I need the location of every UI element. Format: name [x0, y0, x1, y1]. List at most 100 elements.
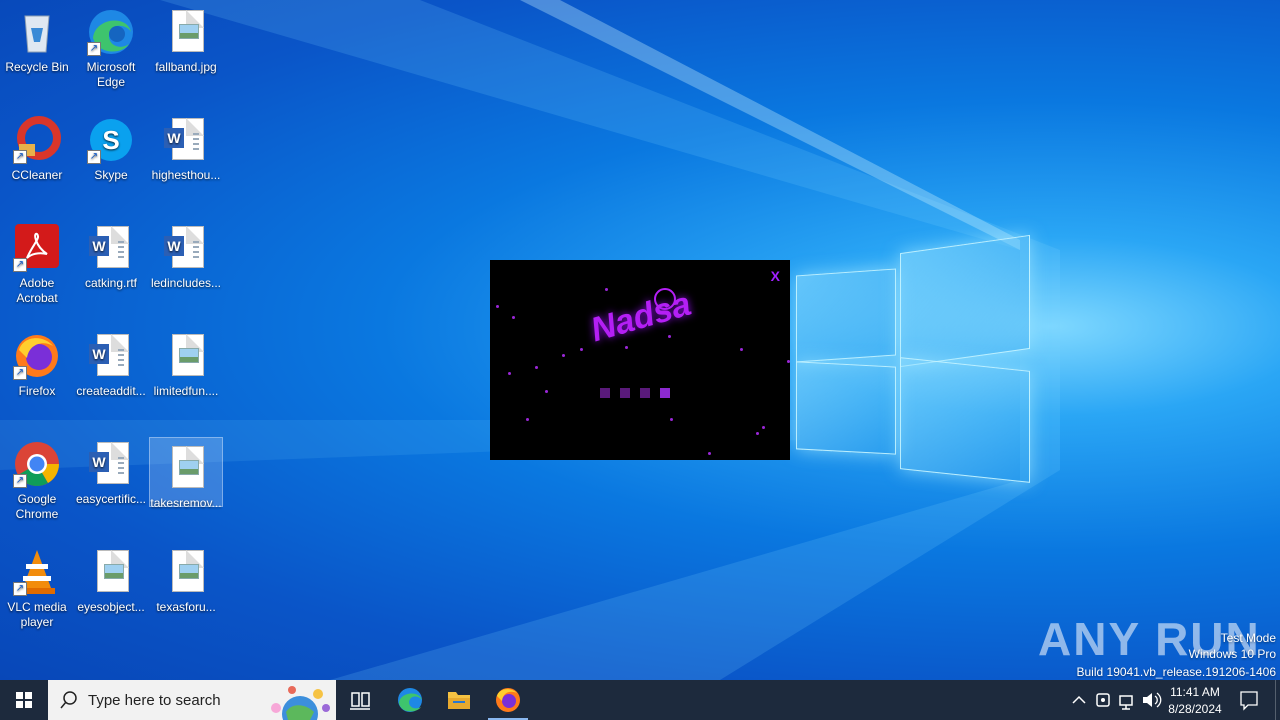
edge-icon — [398, 688, 422, 712]
nadsa-logo: Nadsa — [586, 284, 696, 350]
shortcut-arrow-icon: ↗ — [13, 258, 27, 272]
icon-label: VLC media player — [7, 600, 67, 629]
desktop[interactable]: Recycle Bin ↗ CCleaner ↗ Adobe Acrobat ↗… — [0, 0, 1280, 680]
show-hidden-icons-button[interactable] — [1068, 680, 1090, 720]
volume-button[interactable] — [1140, 680, 1162, 720]
skype-icon: S ↗ — [87, 116, 135, 164]
ccleaner-icon: ↗ — [13, 116, 61, 164]
image-file-icon — [162, 332, 210, 380]
show-desktop-button[interactable] — [1275, 680, 1280, 720]
desktop-icon-ledincludes[interactable]: W ledincludes... — [150, 218, 222, 294]
build-text: Build 19041.vb_release.191206-1406 — [1076, 665, 1277, 679]
taskbar: Type here to search 11:41 AM 8/28/2024 — [0, 680, 1280, 720]
image-file-icon — [87, 548, 135, 596]
adobe-acrobat-icon: ↗ — [13, 224, 61, 272]
network-button[interactable] — [1116, 680, 1138, 720]
desktop-icon-createaddit[interactable]: W createaddit... — [75, 326, 147, 402]
word-document-icon: W — [162, 224, 210, 272]
desktop-icon-vlc[interactable]: ↗ VLC media player — [1, 542, 73, 634]
test-mode-text: Test Mode — [1220, 631, 1276, 645]
shortcut-arrow-icon: ↗ — [13, 582, 27, 596]
icon-label: Skype — [94, 168, 128, 182]
desktop-icon-microsoft-edge[interactable]: ↗ Microsoft Edge — [75, 2, 147, 94]
desktop-icon-easycertific[interactable]: W easycertific... — [75, 434, 147, 510]
loading-indicator — [600, 385, 680, 403]
icon-label: takesremov... — [150, 496, 222, 510]
loading-square — [600, 388, 610, 398]
shortcut-arrow-icon: ↗ — [13, 150, 27, 164]
vlc-cone-icon: ↗ — [13, 548, 61, 596]
close-button[interactable]: X — [771, 268, 780, 284]
icon-label: Adobe Acrobat — [16, 276, 58, 305]
icon-label: texasforu... — [156, 600, 216, 614]
tray-app-icon — [1096, 693, 1110, 707]
search-placeholder: Type here to search — [88, 692, 221, 709]
desktop-icon-eyesobject[interactable]: eyesobject... — [75, 542, 147, 618]
magnifier-logo-icon — [654, 288, 676, 310]
desktop-icon-takesremov[interactable]: takesremov... — [149, 437, 223, 510]
icon-label: catking.rtf — [84, 276, 138, 290]
taskbar-file-explorer-button[interactable] — [435, 680, 483, 720]
desktop-icon-google-chrome[interactable]: ↗ Google Chrome — [1, 434, 73, 526]
start-button[interactable] — [0, 680, 48, 720]
desktop-icon-highesthou[interactable]: W highesthou... — [150, 110, 222, 186]
loading-square — [620, 388, 630, 398]
icon-label: CCleaner — [11, 168, 63, 182]
word-document-icon: W — [87, 332, 135, 380]
word-document-icon: W — [87, 224, 135, 272]
search-icon — [60, 691, 77, 709]
notification-icon — [1240, 691, 1258, 711]
desktop-icon-fallband-jpg[interactable]: fallband.jpg — [150, 2, 222, 78]
icon-label: ledincludes... — [150, 276, 222, 290]
image-file-icon — [162, 444, 210, 492]
desktop-icon-ccleaner[interactable]: ↗ CCleaner — [1, 110, 73, 194]
google-chrome-icon: ↗ — [13, 440, 61, 488]
svg-text:S: S — [102, 125, 119, 155]
desktop-icon-catking-rtf[interactable]: W catking.rtf — [75, 218, 147, 294]
network-icon — [1119, 695, 1133, 710]
firefox-icon — [496, 688, 520, 712]
icon-label: Google Chrome — [15, 492, 59, 521]
edge-icon: ↗ — [87, 8, 135, 56]
shortcut-arrow-icon: ↗ — [13, 366, 27, 380]
icon-label: Firefox — [18, 384, 56, 398]
recycle-bin-icon — [13, 8, 61, 56]
windows-edition-text: Windows 10 Pro — [1188, 647, 1276, 661]
shortcut-arrow-icon: ↗ — [13, 474, 27, 488]
shortcut-arrow-icon: ↗ — [87, 42, 101, 56]
task-view-icon — [350, 692, 370, 710]
firefox-icon: ↗ — [13, 332, 61, 380]
windows-start-icon — [16, 692, 32, 708]
windows-logo-wallpaper — [796, 234, 1030, 483]
icon-label: limitedfun.... — [153, 384, 219, 398]
desktop-icon-skype[interactable]: S ↗ Skype — [75, 110, 147, 186]
word-document-icon: W — [162, 116, 210, 164]
action-center-button[interactable] — [1234, 680, 1264, 720]
desktop-icon-firefox[interactable]: ↗ Firefox — [1, 326, 73, 402]
desktop-icon-adobe-acrobat[interactable]: ↗ Adobe Acrobat — [1, 218, 73, 310]
icon-label: createaddit... — [76, 384, 146, 398]
speaker-icon — [1143, 692, 1162, 708]
shortcut-arrow-icon: ↗ — [87, 150, 101, 164]
tray-app-button[interactable] — [1092, 680, 1114, 720]
desktop-icon-texasforu[interactable]: texasforu... — [150, 542, 222, 618]
desktop-icon-recycle-bin[interactable]: Recycle Bin — [1, 2, 73, 86]
folder-icon — [448, 692, 470, 709]
splash-window[interactable]: X Nadsa — [490, 260, 790, 460]
search-highlight-globe-icon — [271, 686, 330, 720]
loading-square — [640, 388, 650, 398]
taskbar-search-box[interactable]: Type here to search — [48, 680, 336, 720]
desktop-icon-limitedfun[interactable]: limitedfun.... — [150, 326, 222, 402]
system-clock[interactable]: 11:41 AM 8/28/2024 — [1160, 684, 1230, 718]
image-file-icon — [162, 548, 210, 596]
icon-label: Microsoft Edge — [86, 60, 136, 89]
task-view-button[interactable] — [336, 680, 384, 720]
chevron-up-icon — [1072, 695, 1086, 704]
image-file-icon — [162, 8, 210, 56]
taskbar-firefox-button[interactable] — [484, 680, 532, 720]
taskbar-edge-button[interactable] — [386, 680, 434, 720]
icon-label: fallband.jpg — [155, 60, 217, 74]
icon-label: highesthou... — [151, 168, 221, 182]
loading-square-active — [660, 388, 670, 398]
clock-date: 8/28/2024 — [1168, 702, 1222, 716]
